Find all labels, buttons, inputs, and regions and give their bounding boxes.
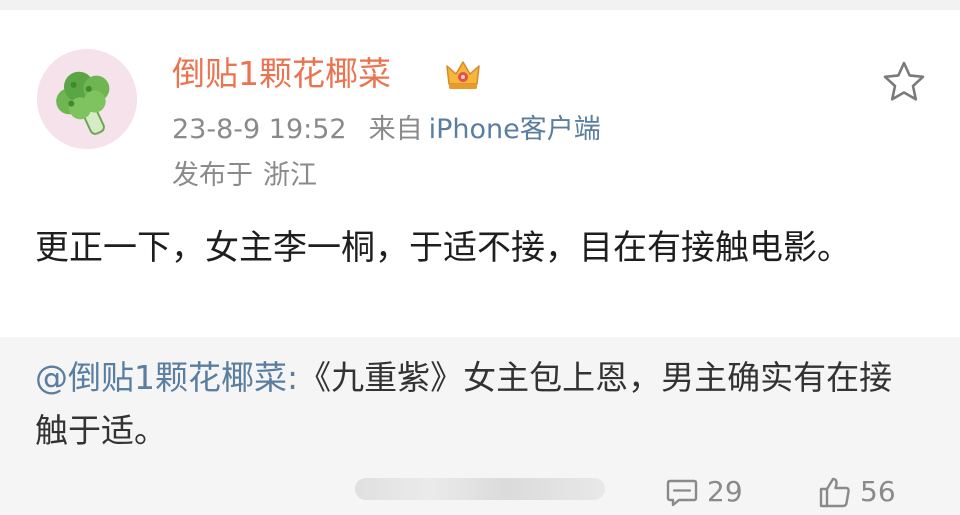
- post-body: 更正一下，女主李一桐，于适不接，目在有接触电影。: [35, 228, 851, 268]
- broccoli-avatar-icon: [37, 49, 137, 149]
- like-button[interactable]: 56: [818, 472, 896, 512]
- repost-mention[interactable]: @倒贴1颗花椰菜:: [35, 358, 298, 397]
- comment-icon: [666, 479, 698, 507]
- avatar[interactable]: [37, 49, 137, 149]
- star-outline-icon: [883, 61, 925, 101]
- post-meta: 23-8-9 19:52 来自 iPhone客户端: [172, 112, 601, 148]
- location-prefix: 发布于: [172, 160, 253, 191]
- post-location: 发布于 浙江: [172, 158, 317, 194]
- comment-button[interactable]: 29: [665, 472, 743, 512]
- source-prefix: 来自: [368, 114, 423, 145]
- location-value: 浙江: [263, 160, 317, 191]
- username[interactable]: 倒贴1颗花椰菜: [172, 52, 391, 96]
- post-timestamp: 23-8-9 19:52: [172, 114, 347, 145]
- top-divider: [0, 0, 960, 10]
- repost-body: @倒贴1颗花椰菜:《九重紫》女主包上恩，男主确实有在接触于适。: [35, 351, 925, 457]
- blurred-overlay: [355, 478, 605, 500]
- weibo-post-card: 倒贴1颗花椰菜 23-8-9 19:52 来自 iPhone客户端 发布于 浙江 更正…: [0, 0, 960, 515]
- post-source-link[interactable]: iPhone客户端: [429, 114, 601, 145]
- favorite-button[interactable]: [880, 58, 928, 106]
- comment-count: 29: [707, 475, 743, 508]
- like-count: 56: [860, 475, 896, 508]
- repost-container[interactable]: @倒贴1颗花椰菜:《九重紫》女主包上恩，男主确实有在接触于适。: [0, 337, 960, 515]
- vip-crown-icon: [443, 54, 483, 94]
- thumbs-up-icon: [819, 477, 850, 508]
